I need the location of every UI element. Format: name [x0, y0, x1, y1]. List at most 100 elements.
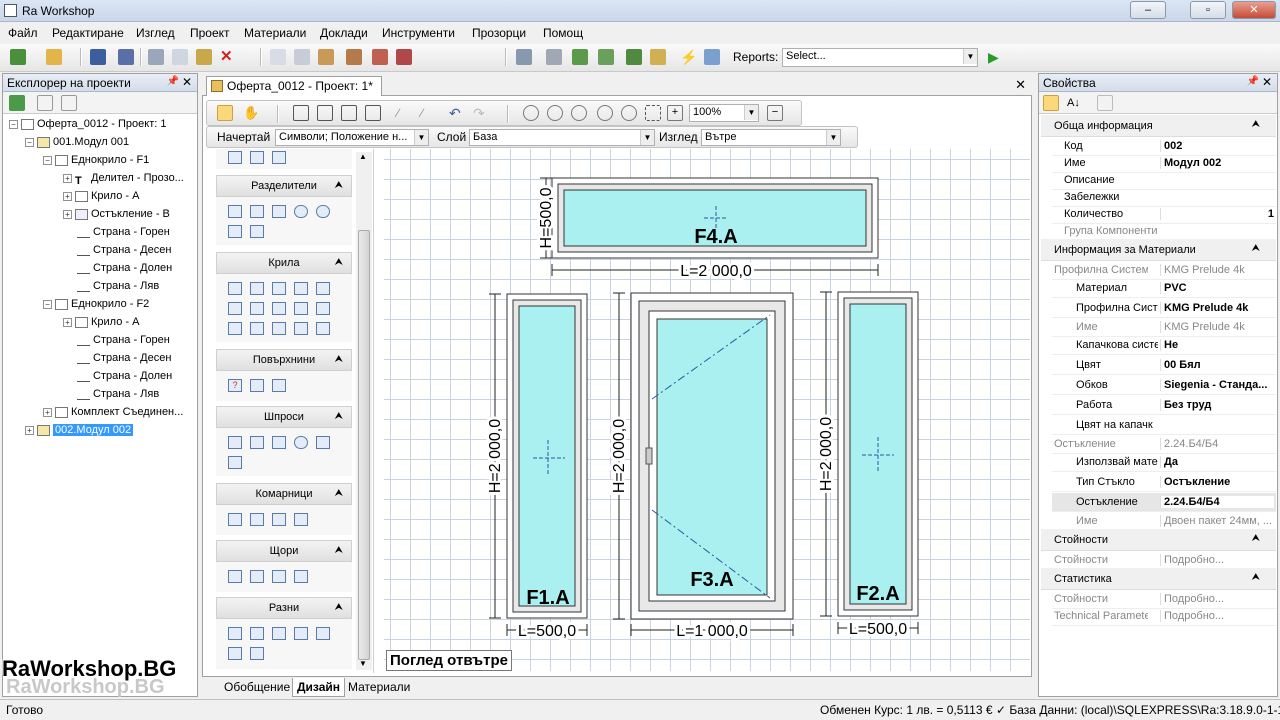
zoom-in-icon[interactable] [523, 105, 539, 121]
property-pages-icon[interactable] [1097, 95, 1113, 111]
divider-custom-icon[interactable] [250, 225, 264, 238]
print-icon[interactable] [546, 49, 562, 65]
muntin-icon[interactable] [316, 436, 330, 449]
prop-row[interactable]: Остъкление 2.24.Б4/Б4 [1052, 435, 1276, 454]
tree-item-side-left2[interactable]: Страна - Ляв [77, 386, 159, 404]
sash-icon[interactable] [272, 282, 286, 295]
menu-edit[interactable]: Редактиране [52, 26, 124, 40]
close-button[interactable]: ✕ [1232, 1, 1276, 19]
prop-row[interactable]: Капачкова систе Не [1052, 336, 1276, 355]
prop-row[interactable]: Цвят на капачк [1052, 416, 1276, 435]
tree-item-sash-f2[interactable]: − Еднокрило - F2 [43, 296, 149, 314]
prop-row[interactable]: Цвят 00 Бял [1052, 356, 1276, 375]
tree-icon[interactable] [598, 49, 614, 65]
pointer-icon[interactable] [217, 105, 233, 121]
palette-group-muntins[interactable]: Шпроси ⮝ [216, 406, 352, 428]
tree-item-sash-a2[interactable]: + Крило - А [63, 314, 139, 332]
tree-item-side-right2[interactable]: Страна - Десен [77, 350, 171, 368]
shape-icon[interactable] [228, 151, 242, 164]
menu-tools[interactable]: Инструменти [382, 26, 455, 40]
sash-icon[interactable] [228, 322, 242, 335]
sash-icon[interactable] [316, 302, 330, 315]
run-report-icon[interactable]: ▶ [988, 49, 1004, 65]
menu-help[interactable]: Помощ [543, 26, 583, 40]
misc-icon[interactable] [250, 627, 264, 640]
layer-select[interactable]: База ▼ [469, 129, 655, 146]
prop-row[interactable]: Обков Siegenia - Станда... [1052, 376, 1276, 395]
component-icon[interactable] [318, 49, 334, 65]
tree-item-side-top2[interactable]: Страна - Горен [77, 332, 170, 350]
tree-item-side-bottom[interactable]: Страна - Долен [77, 260, 172, 278]
open-icon[interactable] [46, 49, 62, 65]
sash-icon[interactable] [272, 302, 286, 315]
cut-icon[interactable] [148, 49, 164, 65]
panel-icon[interactable] [272, 379, 286, 392]
sash-icon[interactable] [228, 302, 242, 315]
misc-icon[interactable] [272, 627, 286, 640]
palette-group-sashes[interactable]: Крила ⮝ [216, 252, 352, 274]
tree-item-divider[interactable]: + T Делител - Прозо... [63, 170, 184, 188]
sash-icon[interactable] [316, 322, 330, 335]
sash-icon[interactable] [250, 302, 264, 315]
module-icon[interactable] [372, 49, 388, 65]
misc-icon[interactable] [250, 647, 264, 660]
zoom-fit-icon[interactable] [597, 105, 613, 121]
sash-icon[interactable] [316, 282, 330, 295]
properties-icon[interactable] [294, 49, 310, 65]
tab-summary[interactable]: Обобщение [224, 680, 290, 694]
maximize-button[interactable]: ▫ [1190, 1, 1226, 19]
tree-item-connector-set[interactable]: + Комплект Съединен... [43, 404, 183, 422]
misc-icon[interactable] [294, 627, 308, 640]
tab-design[interactable]: Дизайн [292, 678, 346, 697]
zoom-minus-icon[interactable]: − [767, 105, 783, 121]
refresh-icon[interactable] [9, 95, 25, 111]
align-icon[interactable]: ⁄ [397, 105, 413, 121]
sash-icon[interactable] [228, 282, 242, 295]
pin-icon[interactable]: 📌 [167, 76, 179, 87]
zoom-window-icon[interactable] [571, 105, 587, 121]
misc-icon[interactable] [228, 627, 242, 640]
tree-item-side-left[interactable]: Страна - Ляв [77, 278, 159, 296]
divider-grid-icon[interactable] [228, 225, 242, 238]
net-icon[interactable] [228, 513, 242, 526]
net-icon[interactable] [294, 513, 308, 526]
category-materials-info[interactable]: Информация за Материали ⮝ [1041, 239, 1276, 261]
scroll-up-icon[interactable]: ▲ [359, 152, 367, 161]
options-icon[interactable] [650, 49, 666, 65]
divider-horizontal-icon[interactable] [250, 205, 264, 218]
menu-reports[interactable]: Доклади [320, 26, 368, 40]
save-all-icon[interactable] [118, 49, 134, 65]
reports-select[interactable]: Select... ▼ [782, 48, 978, 67]
net-icon[interactable] [250, 513, 264, 526]
menu-file[interactable]: Файл [8, 26, 38, 40]
tree-item-module-002[interactable]: +002.Модул 002 [25, 422, 195, 440]
delete-icon[interactable]: ✕ [220, 49, 236, 65]
scrollbar-thumb[interactable] [358, 230, 370, 660]
category-values[interactable]: Стойности ⮝ [1041, 529, 1276, 551]
frame-icon[interactable] [346, 49, 362, 65]
prop-row[interactable]: Работа Без труд [1052, 396, 1276, 415]
close-icon[interactable]: ✕ [182, 75, 192, 89]
tree-item-side-bottom2[interactable]: Страна - Долен [77, 368, 172, 386]
copy-icon[interactable] [172, 49, 188, 65]
view-select[interactable]: Вътре ▼ [701, 129, 841, 146]
category-general-info[interactable]: Обща информация ⮝ [1041, 115, 1276, 137]
sash-icon[interactable] [250, 282, 264, 295]
palette-scrollbar[interactable]: ▲ ▼ [356, 152, 372, 670]
sash-icon[interactable] [294, 282, 308, 295]
tab-materials[interactable]: Материали [348, 680, 410, 694]
tree-item-side-right[interactable]: Страна - Десен [77, 242, 171, 260]
drawing-canvas[interactable]: F4.A L=2 000,0 H=500,0 F1.A L=500,0 H=2 … [384, 149, 1030, 671]
sash-icon[interactable] [294, 322, 308, 335]
prop-row[interactable]: Име KMG Prelude 4k [1052, 318, 1276, 337]
paste-icon[interactable] [196, 49, 212, 65]
palette-group-dividers[interactable]: Разделители ⮝ [216, 175, 352, 197]
palette-group-surfaces[interactable]: Повърхнини ⮝ [216, 349, 352, 371]
sash-icon[interactable] [272, 322, 286, 335]
grid2-icon[interactable] [317, 105, 333, 121]
menu-materials[interactable]: Материали [244, 26, 306, 40]
tree-item-offer[interactable]: − Оферта_0012 - Проект: 1 [9, 116, 166, 134]
prop-row[interactable]: Материал PVC [1052, 279, 1276, 298]
net-icon[interactable] [272, 513, 286, 526]
list-view-icon[interactable] [37, 95, 53, 111]
